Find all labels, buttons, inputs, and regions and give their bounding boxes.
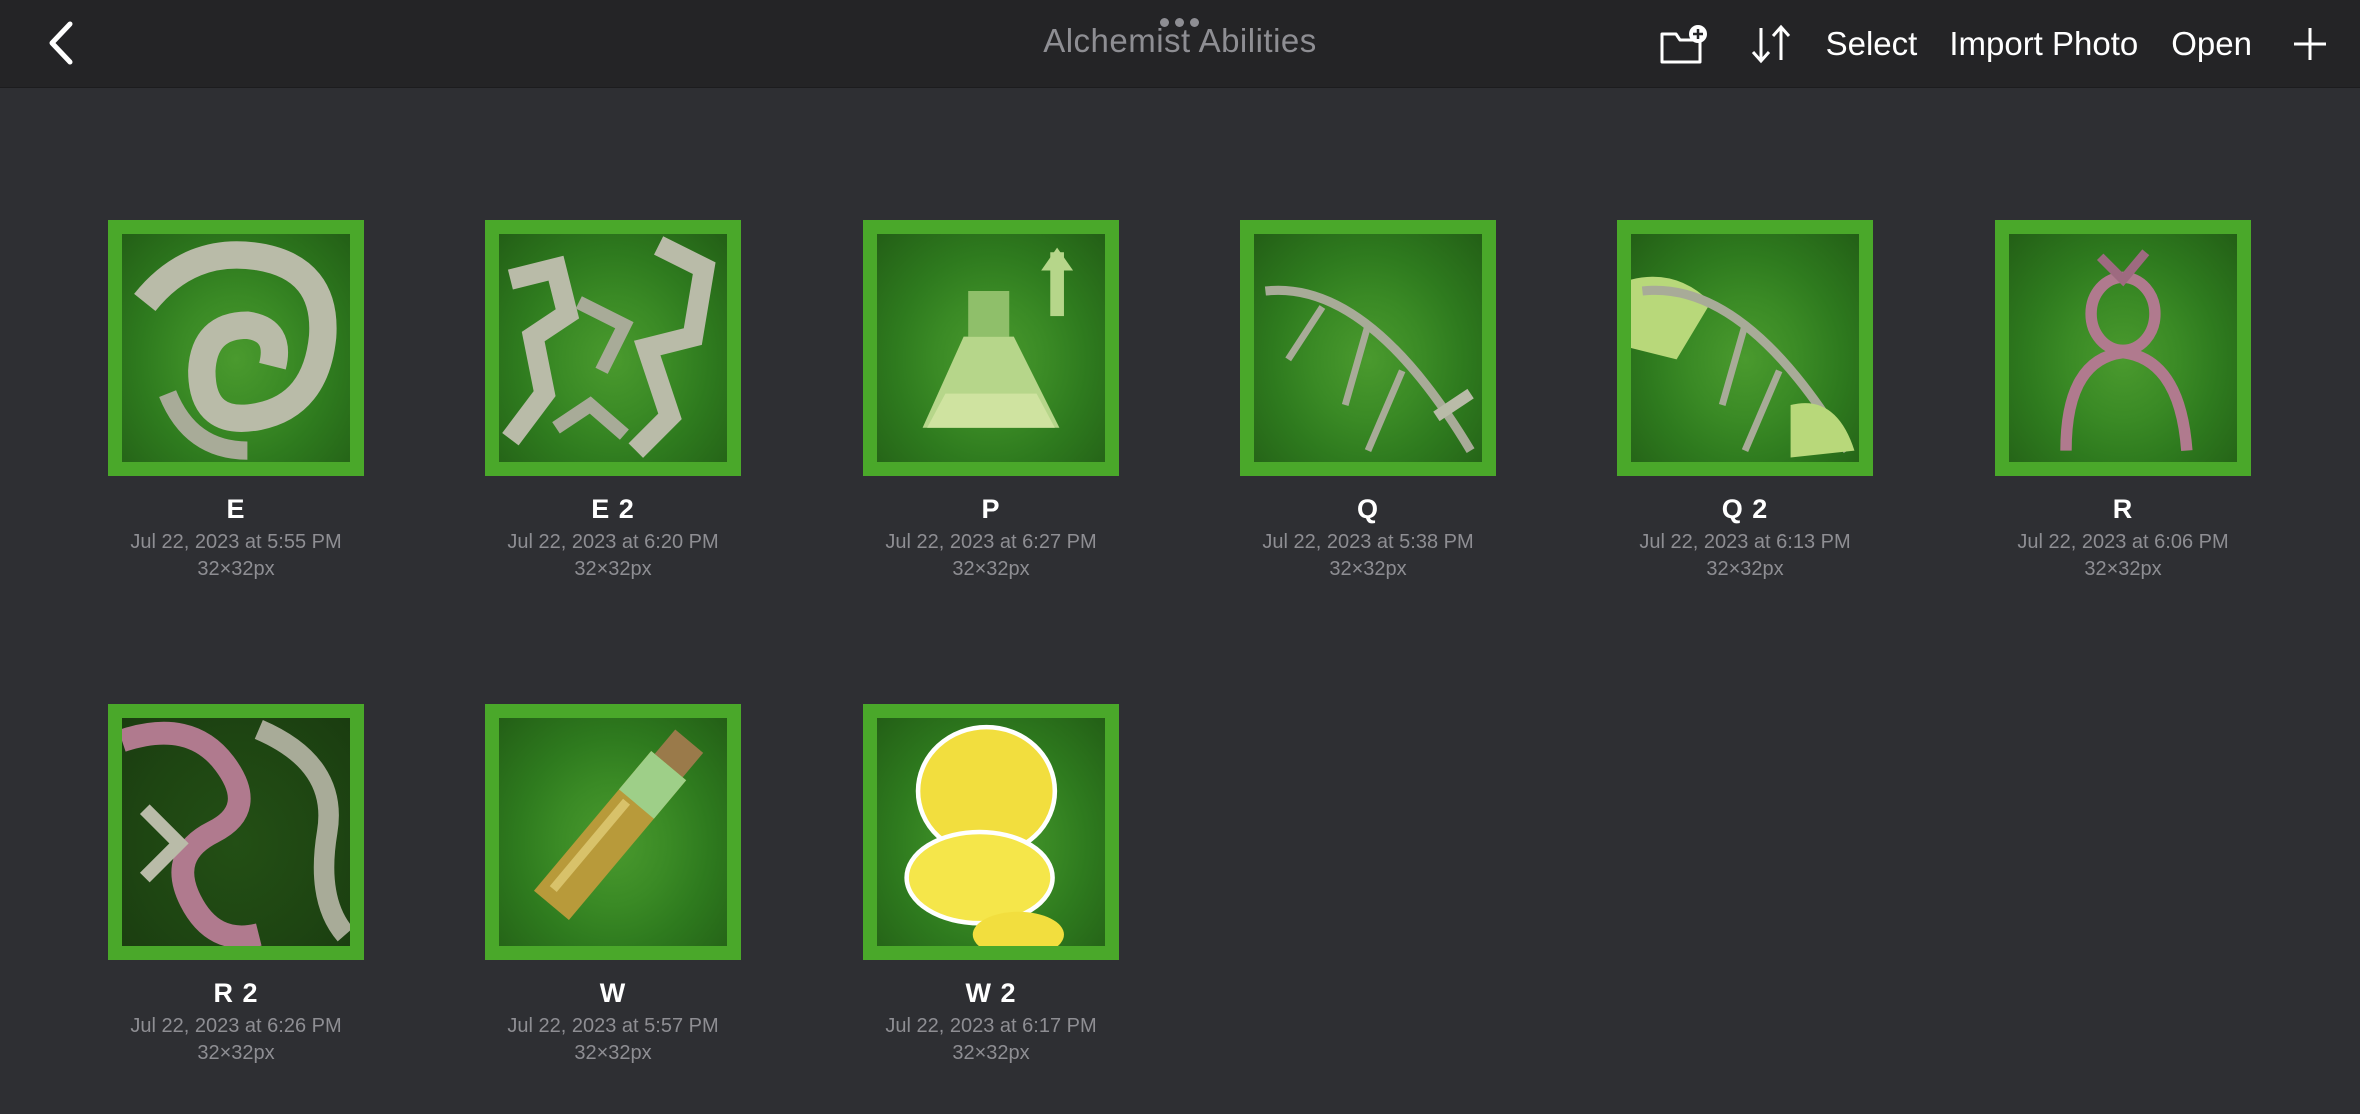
gold-blob-icon <box>904 724 1064 946</box>
file-name: P <box>981 494 1001 524</box>
file-name: Q <box>1356 494 1379 524</box>
chevron-left-icon <box>49 21 73 65</box>
file-card[interactable]: E 2 Jul 22, 2023 at 6:20 PM 32×32px <box>463 220 763 581</box>
top-bar: Alchemist Abilities Select Import Photo … <box>0 0 2360 88</box>
file-card[interactable]: R 2 Jul 22, 2023 at 6:26 PM 32×32px <box>86 704 386 1065</box>
file-date: Jul 22, 2023 at 5:57 PM <box>507 1015 719 1037</box>
file-card[interactable]: Q Jul 22, 2023 at 5:38 PM 32×32px <box>1218 220 1518 581</box>
file-size: 32×32px <box>952 558 1030 580</box>
silhouette-icon <box>2060 249 2193 452</box>
file-size: 32×32px <box>197 558 275 580</box>
file-date: Jul 22, 2023 at 6:26 PM <box>130 1015 342 1037</box>
import-photo-button[interactable]: Import Photo <box>1949 25 2138 63</box>
leaf-icon <box>1264 285 1475 453</box>
file-card[interactable]: P Jul 22, 2023 at 6:27 PM 32×32px <box>841 220 1141 581</box>
swirl-icon <box>134 241 337 460</box>
file-name: Q 2 <box>1721 494 1769 524</box>
folder-plus-icon <box>1660 24 1707 63</box>
plus-icon <box>2294 27 2326 60</box>
file-name: E <box>226 494 246 524</box>
select-button[interactable]: Select <box>1826 25 1918 63</box>
file-name: R <box>2112 494 2134 524</box>
file-size: 32×32px <box>1329 558 1407 580</box>
file-card[interactable]: E Jul 22, 2023 at 5:55 PM 32×32px <box>86 220 386 581</box>
file-name: W 2 <box>965 978 1017 1008</box>
file-card[interactable]: W 2 Jul 22, 2023 at 6:17 PM 32×32px <box>841 704 1141 1065</box>
file-size: 32×32px <box>574 558 652 580</box>
flask-icon <box>922 247 1074 428</box>
file-name: R 2 <box>213 978 259 1008</box>
file-size: 32×32px <box>574 1042 652 1064</box>
file-thumbnail <box>485 220 741 476</box>
file-thumbnail <box>108 220 364 476</box>
file-date: Jul 22, 2023 at 6:20 PM <box>507 531 719 553</box>
page-title: Alchemist Abilities <box>1043 22 1317 59</box>
file-size: 32×32px <box>1706 558 1784 580</box>
add-button[interactable] <box>2290 24 2330 64</box>
file-thumbnail <box>863 220 1119 476</box>
file-size: 32×32px <box>2084 558 2162 580</box>
file-card[interactable]: R Jul 22, 2023 at 6:06 PM 32×32px <box>1973 220 2273 581</box>
file-size: 32×32px <box>197 1042 275 1064</box>
file-thumbnail <box>1617 220 1873 476</box>
file-date: Jul 22, 2023 at 5:38 PM <box>1262 531 1474 553</box>
vial-icon <box>533 729 704 921</box>
file-thumbnail <box>1240 220 1496 476</box>
file-date: Jul 22, 2023 at 6:13 PM <box>1639 531 1851 553</box>
back-button[interactable] <box>42 18 82 68</box>
file-date: Jul 22, 2023 at 6:06 PM <box>2017 531 2229 553</box>
leaf-glow-icon <box>1631 276 1855 458</box>
splatter-icon <box>502 236 716 458</box>
open-button[interactable]: Open <box>2171 25 2252 63</box>
file-thumbnail <box>485 704 741 960</box>
file-card[interactable]: Q 2 Jul 22, 2023 at 6:13 PM 32×32px <box>1595 220 1895 581</box>
file-name: E 2 <box>591 494 635 524</box>
file-thumbnail <box>863 704 1119 960</box>
file-date: Jul 22, 2023 at 6:27 PM <box>885 531 1097 553</box>
sort-button[interactable] <box>1746 19 1796 69</box>
toolbar-actions: Select Import Photo Open <box>1658 0 2330 87</box>
file-size: 32×32px <box>952 1042 1030 1064</box>
file-card[interactable]: W Jul 22, 2023 at 5:57 PM 32×32px <box>463 704 763 1065</box>
file-date: Jul 22, 2023 at 5:55 PM <box>130 531 342 553</box>
vines-icon <box>122 719 350 946</box>
file-date: Jul 22, 2023 at 6:17 PM <box>885 1015 1097 1037</box>
new-folder-button[interactable] <box>1658 19 1710 69</box>
sort-arrows-icon <box>1751 24 1790 63</box>
file-thumbnail <box>1995 220 2251 476</box>
file-thumbnail <box>108 704 364 960</box>
file-name: W <box>599 978 627 1008</box>
